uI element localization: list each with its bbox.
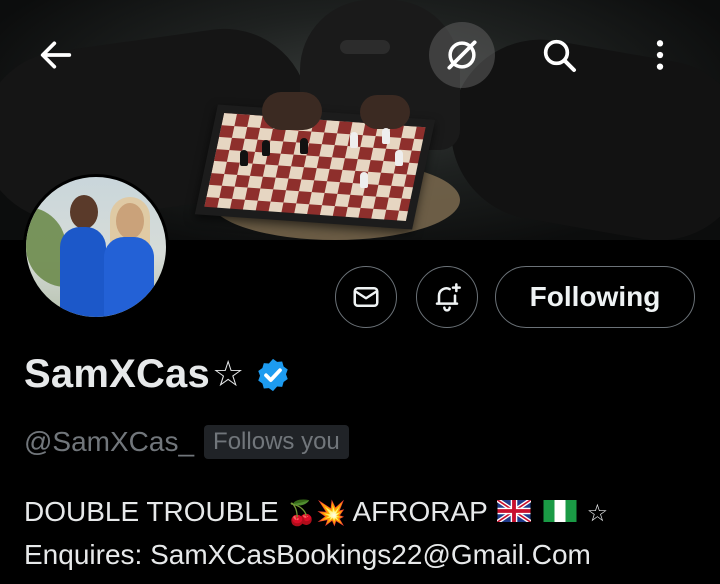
grok-slash-icon xyxy=(447,40,477,70)
avatar-person-right-head xyxy=(116,203,144,239)
message-button[interactable] xyxy=(335,266,397,328)
banner-hand-right xyxy=(360,95,410,129)
bio-text-prefix: DOUBLE TROUBLE xyxy=(24,496,279,527)
bio-line-1: DOUBLE TROUBLE 🍒💥 AFRORAP ☆ xyxy=(24,491,608,534)
grok-button[interactable] xyxy=(429,22,495,88)
avatar-person-left xyxy=(60,227,106,317)
banner-mask xyxy=(340,40,390,54)
avatar[interactable] xyxy=(23,174,169,320)
chess-piece xyxy=(360,172,368,188)
search-icon xyxy=(543,39,576,72)
profile-bio: DOUBLE TROUBLE 🍒💥 AFRORAP ☆ Enquires: Sa… xyxy=(24,491,608,576)
avatar-person-right xyxy=(104,237,154,317)
chess-piece xyxy=(300,138,308,154)
chessboard-squares xyxy=(204,112,426,222)
bio-star-symbol: ☆ xyxy=(586,499,609,527)
following-button[interactable]: Following xyxy=(495,266,695,328)
avatar-person-left-head xyxy=(70,195,98,229)
mail-icon xyxy=(353,287,379,307)
more-vertical-icon xyxy=(656,40,664,70)
arrow-left-icon xyxy=(40,41,72,69)
chess-piece xyxy=(382,128,390,144)
banner-hand-left xyxy=(262,92,322,130)
profile-handle-row: @SamXCas_ Follows you xyxy=(24,425,349,459)
verified-badge-icon[interactable] xyxy=(254,356,292,394)
follows-you-badge: Follows you xyxy=(204,425,349,459)
notifications-button[interactable] xyxy=(416,266,478,328)
uk-flag-icon xyxy=(497,499,532,522)
display-name: SamXCas xyxy=(24,352,210,396)
bell-plus-icon xyxy=(435,283,461,312)
more-button[interactable] xyxy=(627,22,693,88)
chess-piece xyxy=(350,132,358,148)
bio-line-2: Enquires: SamXCasBookings22@Gmail.Com xyxy=(24,539,591,570)
chess-piece xyxy=(240,150,248,166)
name-star-symbol: ☆ xyxy=(211,354,245,395)
back-button[interactable] xyxy=(23,22,89,88)
profile-name-row: SamXCas ☆ xyxy=(24,352,292,397)
bio-text-mid: AFRORAP xyxy=(352,496,488,527)
username-handle: @SamXCas_ xyxy=(24,426,195,457)
nigeria-flag-icon xyxy=(543,499,577,522)
search-button[interactable] xyxy=(526,22,592,88)
chess-piece xyxy=(395,150,403,166)
chess-piece xyxy=(262,140,270,156)
bio-emoji: 🍒💥 xyxy=(286,499,347,527)
